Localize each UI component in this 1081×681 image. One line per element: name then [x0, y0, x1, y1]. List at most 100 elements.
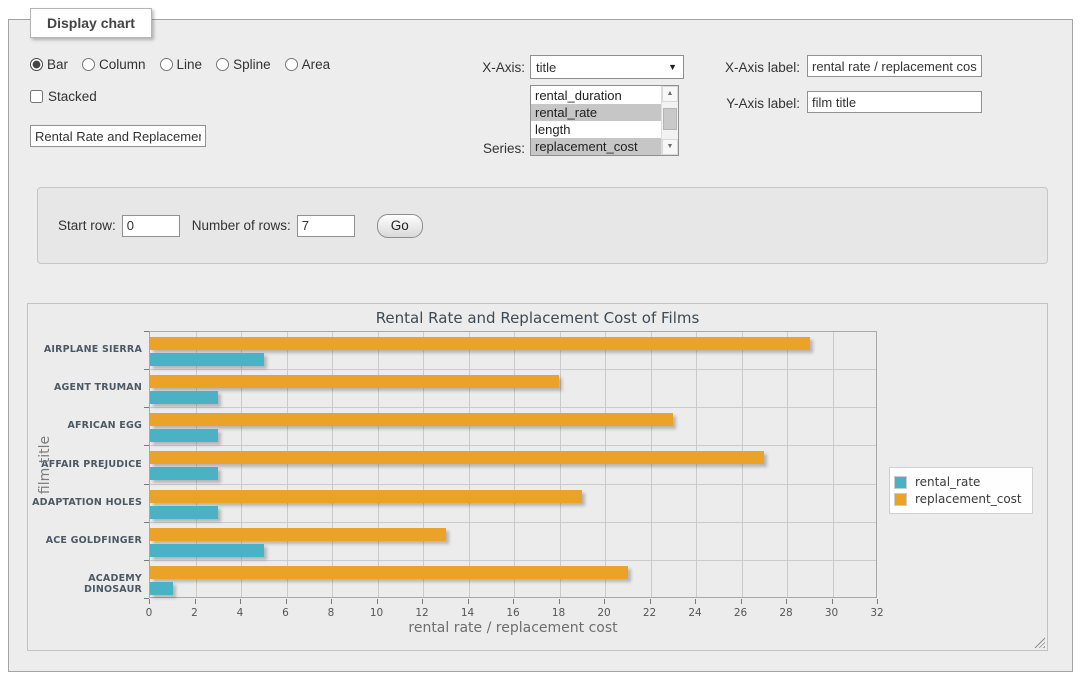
x-tick-mark: [240, 599, 241, 604]
x-tick-label: 8: [328, 607, 335, 619]
scrollbar-thumb[interactable]: [663, 108, 677, 130]
x-tick-mark: [604, 599, 605, 604]
stacked-label: Stacked: [48, 89, 97, 104]
bar-rental_rate: [150, 544, 264, 557]
x-tick-label: 30: [825, 607, 838, 619]
stacked-checkbox[interactable]: [30, 90, 43, 103]
y-tick-mark: [144, 369, 149, 370]
legend-swatch: [894, 476, 907, 489]
x-tick-label: 12: [415, 607, 428, 619]
page: Display chart Bar Column Line Spline Area St…: [0, 0, 1081, 681]
x-axis-label-input[interactable]: [807, 55, 982, 77]
x-tick-label: 0: [146, 607, 153, 619]
series-options: rental_durationrental_ratelengthreplacem…: [531, 87, 661, 155]
start-row-input[interactable]: [122, 215, 180, 237]
category-label: AGENT TRUMAN: [32, 382, 142, 393]
series-option-replacement_cost[interactable]: replacement_cost: [531, 138, 661, 155]
series-option-length[interactable]: length: [531, 121, 661, 138]
chart-type-radio-spline[interactable]: [216, 58, 229, 71]
series-option-rental_rate[interactable]: rental_rate: [531, 104, 661, 121]
y-tick-mark: [144, 560, 149, 561]
series-listbox[interactable]: rental_durationrental_ratelengthreplacem…: [530, 85, 679, 156]
x-tick-mark: [559, 599, 560, 604]
chart-panel: Rental Rate and Replacement Cost of Film…: [27, 303, 1048, 651]
x-tick-label: 14: [461, 607, 474, 619]
x-tick-label: 18: [552, 607, 565, 619]
chart-title-input[interactable]: [30, 125, 206, 147]
chart-title: Rental Rate and Replacement Cost of Film…: [28, 309, 1047, 327]
y-tick-mark: [144, 407, 149, 408]
fieldset-legend: Display chart: [30, 8, 152, 38]
x-tick-label: 32: [870, 607, 883, 619]
category-label: ACADEMY DINOSAUR: [32, 573, 142, 595]
bar-rental_rate: [150, 467, 218, 480]
legend-swatch: [894, 493, 907, 506]
x-tick-mark: [468, 599, 469, 604]
x-tick-label: 10: [370, 607, 383, 619]
x-tick-mark: [650, 599, 651, 604]
y-tick-mark: [144, 331, 149, 332]
x-tick-label: 26: [734, 607, 747, 619]
x-tick-mark: [786, 599, 787, 604]
x-tick-mark: [832, 599, 833, 604]
chart-type-radiogroup: Bar Column Line Spline Area: [30, 57, 340, 72]
x-tick-mark: [877, 599, 878, 604]
chart-legend: rental_rate replacement_cost: [889, 467, 1033, 514]
bar-replacement_cost: [150, 413, 673, 426]
chart-row-academy-dinosaur: [150, 561, 876, 599]
x-tick-mark: [286, 599, 287, 604]
series-scrollbar[interactable]: ▲ ▼: [661, 86, 678, 155]
chart-type-option-spline: Spline: [216, 57, 271, 72]
num-rows-input[interactable]: [297, 215, 355, 237]
x-tick-mark: [422, 599, 423, 604]
chart-type-radio-bar[interactable]: [30, 58, 43, 71]
y-axis-label-input[interactable]: [807, 91, 982, 113]
x-tick-label: 24: [688, 607, 701, 619]
chart-type-radio-area[interactable]: [285, 58, 298, 71]
chart-type-radio-label: Column: [99, 57, 146, 72]
bar-rental_rate: [150, 429, 218, 442]
category-label: AIRPLANE SIERRA: [32, 344, 142, 355]
series-option-rental_duration[interactable]: rental_duration: [531, 87, 661, 104]
y-tick-mark: [144, 484, 149, 485]
bar-replacement_cost: [150, 528, 446, 541]
chart-type-radio-label: Line: [177, 57, 203, 72]
bar-replacement_cost: [150, 451, 764, 464]
legend-label: replacement_cost: [915, 492, 1022, 506]
chart-type-radio-line[interactable]: [160, 58, 173, 71]
x-tick-mark: [331, 599, 332, 604]
dropdown-arrow-icon: ▼: [668, 62, 677, 72]
chart-row-african-egg: [150, 408, 876, 446]
scrollbar-up-icon[interactable]: ▲: [662, 86, 678, 102]
bar-rental_rate: [150, 353, 264, 366]
x-axis-selected-value: title: [536, 60, 556, 75]
chart-type-option-area: Area: [285, 57, 331, 72]
num-rows-label: Number of rows:: [192, 218, 291, 233]
bar-replacement_cost: [150, 337, 810, 350]
y-axis-title: film title: [37, 430, 53, 500]
resize-handle-icon[interactable]: [1034, 637, 1045, 648]
start-row-label: Start row:: [58, 218, 116, 233]
y-tick-mark: [144, 522, 149, 523]
x-tick-label: 28: [779, 607, 792, 619]
y-tick-mark: [144, 445, 149, 446]
go-button[interactable]: Go: [377, 214, 423, 238]
chart-row-airplane-sierra: [150, 332, 876, 370]
chart-type-radio-label: Bar: [47, 57, 68, 72]
x-axis-label-label: X-Axis label:: [700, 60, 800, 75]
plot-area: [149, 331, 877, 598]
stacked-row: Stacked: [30, 89, 97, 104]
bar-rental_rate: [150, 391, 218, 404]
x-tick-mark: [695, 599, 696, 604]
x-axis-select[interactable]: title ▼: [530, 55, 684, 79]
x-tick-mark: [377, 599, 378, 604]
bar-replacement_cost: [150, 566, 628, 579]
y-axis-label-label: Y-Axis label:: [700, 96, 800, 111]
chart-type-radio-column[interactable]: [82, 58, 95, 71]
x-tick-mark: [149, 599, 150, 604]
legend-label: rental_rate: [915, 475, 980, 489]
x-tick-mark: [513, 599, 514, 604]
scrollbar-down-icon[interactable]: ▼: [662, 139, 678, 155]
category-label: ACE GOLDFINGER: [32, 535, 142, 546]
x-axis-select-label: X-Axis:: [430, 60, 525, 75]
